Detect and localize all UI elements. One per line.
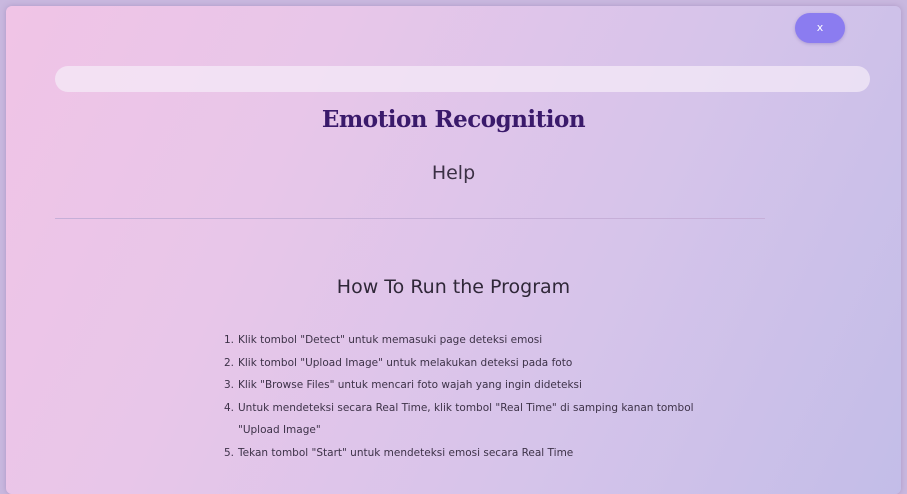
close-button[interactable]: x (795, 13, 845, 43)
step-number: 3. (223, 379, 234, 391)
step-number: 2. (223, 356, 234, 369)
step-number: 1. (223, 334, 234, 346)
divider (55, 218, 765, 219)
step-text: Klik tombol "Upload Image" untuk melakuk… (238, 356, 573, 369)
step-text: Klik tombol "Detect" untuk memasuki page… (238, 334, 543, 346)
app-title: Emotion Recognition (321, 106, 586, 133)
step-number: 5. (223, 446, 234, 459)
help-window: x Emotion Recognition Help How To Run th… (6, 6, 901, 494)
step-text: Untuk mendeteksi secara Real Time, klik … (238, 401, 694, 437)
step-number: 4. (223, 401, 234, 414)
step-item-4: 4. Untuk mendeteksi secara Real Time, kl… (214, 397, 734, 442)
step-text: Tekan tombol "Start" untuk mendeteksi em… (238, 446, 574, 459)
step-text: Klik "Browse Files" untuk mencari foto w… (238, 379, 582, 391)
step-item-3: 3. Klik "Browse Files" untuk mencari fot… (214, 374, 734, 397)
step-item-1: 1. Klik tombol "Detect" untuk memasuki p… (214, 329, 734, 352)
step-item-5: 5. Tekan tombol "Start" untuk mendeteksi… (214, 442, 734, 465)
page-title: Help (431, 162, 476, 184)
steps-list: 1. Klik tombol "Detect" untuk memasuki p… (214, 329, 734, 464)
top-bar (55, 66, 870, 92)
step-item-2: 2. Klik tombol "Upload Image" untuk mela… (214, 352, 734, 375)
section-title: How To Run the Program (336, 276, 571, 298)
